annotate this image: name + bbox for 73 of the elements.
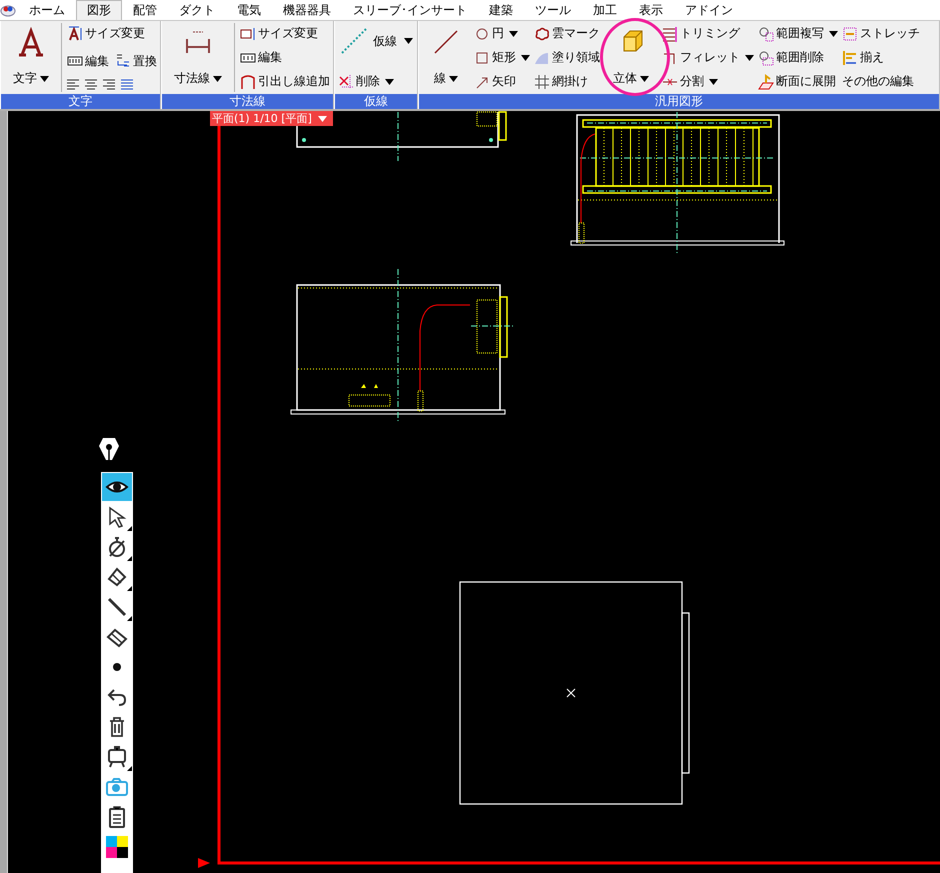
ribbon-button[interactable]: 雲マーク [533,23,601,44]
caret-icon [745,54,754,60]
caret-icon [449,76,458,82]
letter-icon [16,27,46,57]
ribbon-button[interactable]: 範囲削除 [757,47,825,68]
caret-icon [521,54,530,60]
ribbon-button[interactable]: 矩形 [473,47,531,68]
ribbon-button[interactable]: 編集 [239,47,283,68]
ribbon-button[interactable]: 塗り領域 [533,47,601,68]
group-title: 汎用図形 [419,94,939,109]
stretch-icon [842,26,858,42]
ribbon-button[interactable]: 仮線 [337,23,415,59]
ribbon-button[interactable]: 円 [473,23,519,44]
leader-line-icon [240,74,256,90]
trim-icon [662,26,678,42]
group-title: 文字 [1,94,160,109]
align-text-icon[interactable] [84,78,98,92]
section-icon [758,74,774,90]
group-title: 寸法線 [162,94,333,109]
ribbon-button[interactable]: 文字 [9,23,53,89]
group-title: 仮線 [335,94,417,109]
rectangle-icon [474,50,490,66]
ribbon-button[interactable]: 削除 [337,71,395,92]
ribbon-button[interactable]: 断面に展開 [757,71,837,92]
pen-nib-icon[interactable] [97,436,121,462]
ribbon-button[interactable]: 立体 [609,23,653,89]
ribbon-button[interactable]: ストレッチ [841,23,921,44]
caret-icon [709,78,718,84]
view-tab[interactable]: 平面(1) 1/10 [平面] [210,111,333,126]
ribbon-button[interactable]: フィレット [661,47,755,68]
caret-icon [640,76,649,82]
align-text-icon[interactable] [120,78,134,92]
line-icon [105,595,129,619]
easel-icon [105,745,129,769]
caret-icon [404,38,413,44]
caret-icon [385,78,394,84]
menu-tab[interactable]: 図形 [76,0,122,20]
circle-icon [474,26,490,42]
dashed-line-icon [339,26,369,56]
align-icon [842,50,858,66]
caret-icon [509,30,518,36]
caret-icon [40,76,49,82]
ribbon-button[interactable]: 引出し線追加 [239,71,331,92]
ribbon-button[interactable]: その他の編集 [841,71,915,92]
delete-area-icon [758,50,774,66]
copy-area-icon [758,26,774,42]
caret-icon [318,116,327,122]
ribbon-button[interactable]: 網掛け [533,71,589,92]
ribbon-button[interactable]: サイズ変更 [239,23,319,44]
replace-icon [115,53,131,69]
marker-icon [105,565,129,589]
ribbon-button[interactable]: 編集 [66,50,110,72]
ribbon-button[interactable]: 分割 [661,71,719,92]
ribbon-button[interactable]: サイズ変更 [66,23,146,44]
ribbon-button[interactable]: 置換 [114,50,158,72]
caret-icon [829,30,838,36]
ribbon-button[interactable]: 線 [427,23,465,89]
hatch-icon [534,74,550,90]
camera-icon [105,775,129,799]
number-resize-icon [240,26,256,42]
caret-icon [213,76,222,82]
ribbon-button[interactable]: 矢印 [473,71,517,92]
tool-button[interactable] [102,473,132,501]
align-text-icon[interactable] [102,78,116,92]
delete-icon [338,74,354,90]
ribbon-button[interactable]: 範囲複写 [757,23,839,44]
ribbon-button[interactable]: 寸法線 [170,23,226,89]
align-text-icon[interactable] [66,78,80,92]
letter-resize-icon [67,26,83,42]
ribbon-button[interactable]: トリミング [661,23,741,44]
color-palette-icon [106,836,128,858]
cloud-icon [534,26,550,42]
ribbon-button[interactable]: 揃え [841,47,885,68]
